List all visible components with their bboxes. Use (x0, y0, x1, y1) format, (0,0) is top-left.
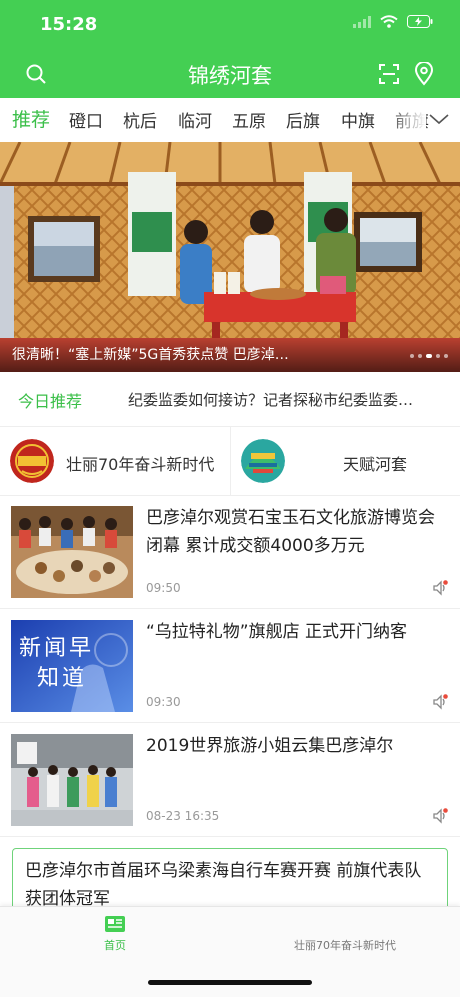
news-time: 09:50 (146, 581, 181, 595)
news-thumbnail (11, 506, 133, 598)
scan-icon[interactable] (378, 63, 400, 85)
today-recommend-row[interactable]: 今日推荐 纪委监委如何接访？记者探秘市纪委监委… (0, 372, 460, 427)
news-title: 巴彦淖尔观赏石宝玉石文化旅游博览会闭幕 累计成交额4000多万元 (146, 508, 435, 556)
channel-tabs: 推荐 磴口 杭后 临河 五原 后旗 中旗 前旗 (0, 98, 460, 143)
news-item[interactable]: 巴彦淖尔观赏石宝玉石文化旅游博览会闭幕 累计成交额4000多万元 09:50 (0, 495, 460, 609)
carousel-dot (418, 354, 422, 358)
shortcut-label: 天赋河套 (343, 455, 408, 474)
carousel-dot-active (426, 354, 432, 358)
tianfu-hetao-logo-icon (241, 439, 285, 483)
news-title: 巴彦淖尔市首届环乌梁素海自行车赛开赛 前旗代表队获团体冠军 (25, 861, 422, 909)
zhuangli-70-logo-icon (10, 439, 54, 483)
today-recommend-headline[interactable]: 纪委监委如何接访？记者探秘市纪委监委… (128, 389, 446, 410)
status-icons (353, 15, 434, 28)
today-recommend-label: 今日推荐 (18, 392, 83, 411)
news-item[interactable]: 2019世界旅游小姐云集巴彦淖尔 08-23 16:35 (0, 723, 460, 837)
carousel-dot (436, 354, 440, 358)
banner-caption-overlay: 很清晰！“塞上新媒”5G首秀获点赞 巴彦淖… (0, 338, 460, 372)
news-title: 2019世界旅游小姐云集巴彦淖尔 (146, 736, 394, 756)
speaker-icon[interactable] (432, 808, 448, 824)
status-time: 15:28 (40, 14, 98, 35)
tab-hanghou[interactable]: 杭后 (123, 107, 157, 132)
bottom-tab-zhuangli[interactable]: 壮丽70年奋斗新时代 (230, 937, 460, 953)
banner-carousel[interactable]: 很清晰！“塞上新媒”5G首秀获点赞 巴彦淖… (0, 142, 460, 372)
news-thumbnail: 新闻早 知道 (11, 620, 133, 712)
chevron-down-icon[interactable] (428, 108, 450, 130)
tab-wuyuan[interactable]: 五原 (232, 107, 266, 132)
news-time: 09:30 (146, 695, 181, 709)
shortcut-label: 壮丽70年奋斗新时代 (66, 455, 215, 474)
shortcut-tianfu-hetao[interactable]: 天赋河套 (230, 427, 460, 495)
home-indicator (148, 980, 312, 985)
shortcut-zhuangli-70[interactable]: 壮丽70年奋斗新时代 (0, 427, 229, 495)
topic-shortcuts: 壮丽70年奋斗新时代 天赋河套 (0, 427, 460, 496)
banner-caption: 很清晰！“塞上新媒”5G首秀获点赞 巴彦淖… (12, 347, 289, 363)
news-item[interactable]: 新闻早 知道 “乌拉特礼物”旗舰店 正式开门纳客 09:30 (0, 609, 460, 723)
speaker-icon[interactable] (432, 694, 448, 710)
tab-recommend[interactable]: 推荐 (12, 105, 50, 132)
news-time: 08-23 16:35 (146, 809, 220, 823)
battery-charging-icon (407, 15, 433, 28)
signal-icon (353, 15, 371, 28)
news-title: “乌拉特礼物”旗舰店 正式开门纳客 (146, 622, 408, 642)
wifi-icon (380, 15, 398, 28)
tab-houqi[interactable]: 后旗 (286, 107, 320, 132)
location-icon[interactable] (414, 62, 434, 86)
tab-dengkou[interactable]: 磴口 (69, 107, 103, 132)
tab-zhongqi[interactable]: 中旗 (341, 107, 375, 132)
tab-linhe[interactable]: 临河 (178, 107, 212, 132)
news-list-icon (105, 916, 125, 932)
bottom-tab-label: 壮丽70年奋斗新时代 (294, 939, 396, 952)
carousel-dots (410, 354, 448, 358)
carousel-dot (444, 354, 448, 358)
carousel-dot (410, 354, 414, 358)
bottom-tab-home[interactable]: 首页 (0, 915, 230, 953)
bottom-tab-label: 首页 (104, 939, 126, 952)
speaker-icon[interactable] (432, 580, 448, 596)
thumbnail-text: 知道 (37, 666, 88, 691)
news-thumbnail (11, 734, 133, 826)
tabs-fade (386, 98, 426, 142)
thumbnail-text: 新闻早 (19, 636, 95, 661)
app-header: 15:28 锦绣河套 (0, 0, 460, 98)
